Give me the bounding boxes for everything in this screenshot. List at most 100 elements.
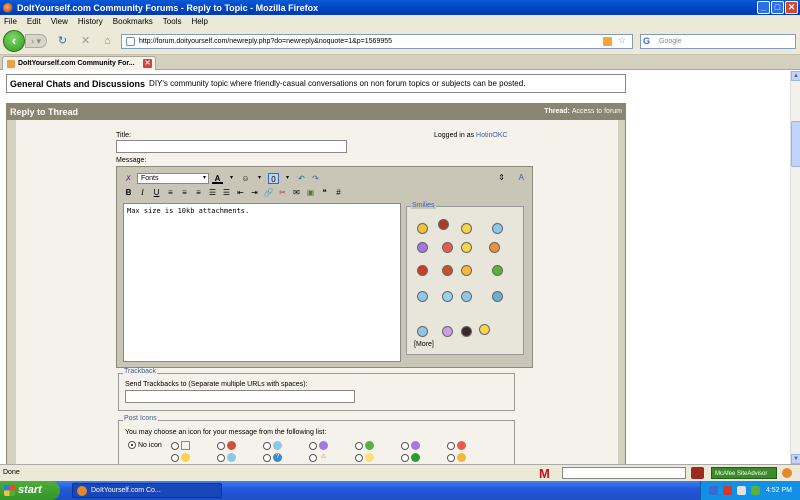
radio-button[interactable]	[447, 453, 455, 462]
post-icon-option[interactable]	[309, 441, 328, 450]
smilie-icon[interactable]	[417, 223, 428, 234]
smilie-icon[interactable]	[417, 265, 428, 276]
radio-button[interactable]	[401, 453, 409, 462]
chevron-down-icon[interactable]: ▾	[226, 173, 237, 184]
insert-link-icon[interactable]: 🔗	[263, 187, 274, 198]
smilie-icon[interactable]	[461, 242, 472, 253]
smilie-icon[interactable]	[417, 291, 428, 302]
post-icon-option[interactable]	[401, 441, 420, 450]
tray-clock[interactable]: 4:52 PM	[766, 481, 792, 500]
title-input[interactable]	[116, 140, 347, 153]
resize-editor-icon[interactable]: ⇕	[498, 173, 505, 182]
ordered-list-icon[interactable]: ☰	[207, 187, 218, 198]
close-button[interactable]: ✕	[785, 1, 798, 14]
siteadvisor-button[interactable]: McAfee SiteAdvisor	[711, 467, 777, 479]
radio-button[interactable]	[263, 453, 271, 462]
radio-button[interactable]	[309, 441, 317, 450]
bookmark-star-icon[interactable]: ☆	[618, 35, 626, 46]
smiley-insert-icon[interactable]: ☺	[240, 173, 251, 184]
smilie-icon[interactable]	[479, 324, 490, 335]
post-icon-option[interactable]	[263, 441, 282, 450]
google-icon[interactable]: G	[643, 36, 656, 47]
tray-security-icon[interactable]	[751, 486, 760, 495]
smilie-icon[interactable]	[461, 265, 472, 276]
forward-button[interactable]: › ▾	[25, 34, 47, 48]
radio-button[interactable]	[217, 453, 225, 462]
post-icon-option[interactable]	[447, 453, 466, 462]
message-textarea[interactable]: Max size is 10kb attachments.	[123, 203, 401, 362]
stop-icon[interactable]: ✕	[79, 35, 92, 48]
smilie-icon[interactable]	[489, 242, 500, 253]
scroll-thumb[interactable]	[791, 121, 800, 167]
reload-icon[interactable]: ↻	[56, 35, 69, 48]
mcafee-search-input[interactable]	[562, 467, 686, 479]
align-center-icon[interactable]: ≡	[179, 187, 190, 198]
post-icon-option[interactable]	[217, 453, 236, 462]
insert-image-icon[interactable]: ▣	[305, 187, 316, 198]
outdent-icon[interactable]: ⇤	[235, 187, 246, 198]
smilie-icon[interactable]	[442, 326, 453, 337]
bold-icon[interactable]: B	[123, 187, 134, 198]
quote-icon[interactable]: ❝	[319, 187, 330, 198]
radio-button[interactable]	[128, 441, 136, 449]
redo-icon[interactable]: ↷	[310, 173, 321, 184]
menu-view[interactable]: View	[51, 17, 68, 26]
tray-mcafee-icon[interactable]	[723, 486, 732, 495]
smilie-icon[interactable]	[417, 326, 428, 337]
radio-button[interactable]	[171, 441, 179, 450]
smilie-icon[interactable]	[492, 291, 503, 302]
site-identity-icon[interactable]	[126, 37, 135, 46]
smilie-icon[interactable]	[492, 223, 503, 234]
align-left-icon[interactable]: ≡	[165, 187, 176, 198]
post-icon-option[interactable]: ⚠	[309, 453, 328, 462]
post-icon-option-none[interactable]: No icon	[128, 441, 162, 449]
tab-doityourself[interactable]: DoItYourself.com Community For... ✕	[2, 56, 156, 70]
scroll-down-icon[interactable]: ▼	[791, 454, 800, 464]
radio-button[interactable]	[171, 453, 179, 462]
thread-link[interactable]: Access to forum	[572, 108, 622, 115]
post-icon-option[interactable]: ?	[263, 453, 282, 462]
search-box[interactable]: G Google	[640, 34, 796, 49]
menu-file[interactable]: File	[4, 17, 17, 26]
undo-icon[interactable]: ↶	[296, 173, 307, 184]
underline-icon[interactable]: U	[151, 187, 162, 198]
smilie-icon[interactable]	[442, 291, 453, 302]
radio-button[interactable]	[355, 441, 363, 450]
minimize-button[interactable]: _	[757, 1, 770, 14]
radio-button[interactable]	[355, 453, 363, 462]
attachment-icon[interactable]: 0	[268, 172, 279, 184]
indent-icon[interactable]: ⇥	[249, 187, 260, 198]
remove-format-icon[interactable]: ✗	[123, 173, 134, 184]
mcafee-search-button[interactable]	[691, 467, 704, 479]
smilie-icon[interactable]	[442, 242, 453, 253]
smilie-icon[interactable]	[438, 219, 449, 230]
tab-close-icon[interactable]: ✕	[143, 59, 152, 68]
smilie-icon[interactable]	[461, 291, 472, 302]
radio-button[interactable]	[309, 453, 317, 462]
home-icon[interactable]: ⌂	[101, 35, 114, 48]
radio-button[interactable]	[447, 441, 455, 450]
taskbar-item-firefox[interactable]: DoItYourself.com Co...	[72, 483, 222, 498]
post-icon-option[interactable]	[171, 441, 190, 450]
remove-link-icon[interactable]: ✂	[277, 187, 288, 198]
menu-tools[interactable]: Tools	[163, 17, 182, 26]
italic-icon[interactable]: I	[137, 187, 148, 198]
align-right-icon[interactable]: ≡	[193, 187, 204, 198]
fonts-select[interactable]: Fonts ▾	[137, 172, 209, 184]
vertical-scrollbar[interactable]: ▲ ▼	[790, 71, 800, 464]
post-icon-option[interactable]	[355, 441, 374, 450]
tray-volume-icon[interactable]	[737, 486, 746, 495]
unordered-list-icon[interactable]: ☰	[221, 187, 232, 198]
post-icon-option[interactable]	[447, 441, 466, 450]
chevron-down-icon[interactable]: ▾	[254, 173, 265, 184]
mcafee-logo-icon[interactable]: M	[539, 466, 550, 481]
scroll-up-icon[interactable]: ▲	[791, 71, 800, 81]
smilie-icon[interactable]	[442, 265, 453, 276]
back-button[interactable]: ‹	[3, 30, 25, 52]
rss-feed-icon[interactable]	[603, 37, 612, 46]
radio-button[interactable]	[217, 441, 225, 450]
url-bar[interactable]: http://forum.doityourself.com/newreply.p…	[121, 34, 633, 49]
menu-history[interactable]: History	[78, 17, 103, 26]
more-smilies-link[interactable]: [More]	[414, 341, 434, 348]
insert-email-icon[interactable]: ✉	[291, 187, 302, 198]
